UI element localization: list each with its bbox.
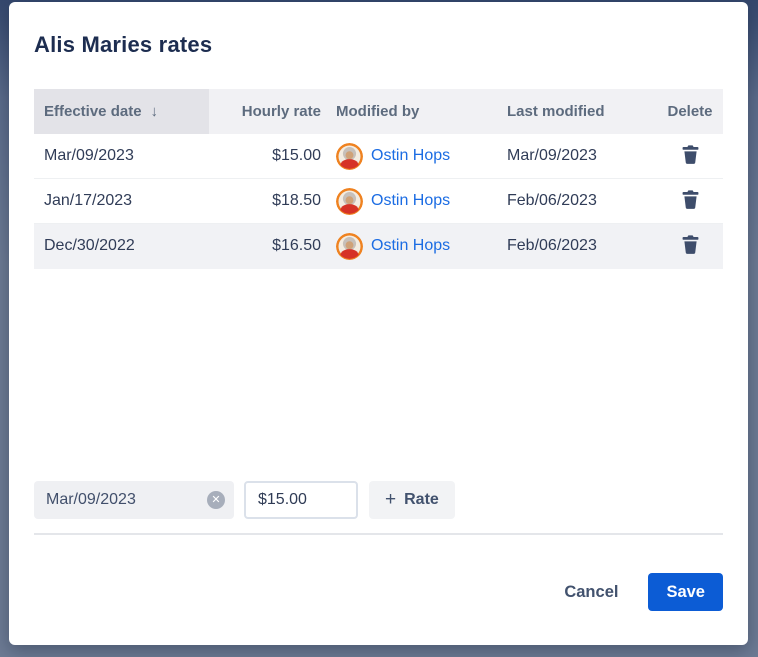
effective-date-input[interactable] bbox=[46, 491, 207, 509]
trash-icon bbox=[682, 190, 698, 209]
trash-icon bbox=[682, 235, 698, 254]
effective-date-field[interactable]: ✕ bbox=[34, 481, 234, 519]
cancel-button[interactable]: Cancel bbox=[560, 577, 622, 608]
effective-date-cell: Mar/09/2023 bbox=[44, 147, 134, 164]
column-header-effective-date-label: Effective date bbox=[44, 103, 142, 120]
user-avatar bbox=[336, 187, 363, 215]
table-row: Dec/30/2022 $16.50 Ostin Hops Feb/06/202… bbox=[34, 224, 723, 269]
effective-date-cell: Jan/17/2023 bbox=[44, 192, 133, 209]
column-header-modified-by: Modified by bbox=[336, 103, 420, 120]
modified-by-cell: Ostin Hops bbox=[321, 187, 507, 215]
modal-title: Alis Maries rates bbox=[34, 32, 213, 57]
delete-rate-button[interactable] bbox=[675, 232, 706, 260]
modified-by-user-link[interactable]: Ostin Hops bbox=[371, 147, 450, 165]
effective-date-cell: Dec/30/2022 bbox=[44, 237, 135, 254]
user-avatar bbox=[336, 142, 363, 170]
modified-by-user-link[interactable]: Ostin Hops bbox=[371, 237, 450, 255]
rates-table: Effective date ↓ Hourly rate Modified by… bbox=[34, 89, 723, 269]
column-header-hourly-rate: Hourly rate bbox=[241, 103, 321, 120]
delete-rate-button[interactable] bbox=[675, 142, 706, 170]
rates-modal: Alis Maries rates Effective date ↓ Hourl… bbox=[9, 2, 748, 645]
column-header-last-modified: Last modified bbox=[507, 103, 605, 120]
add-rate-form: ✕ + Rate bbox=[34, 481, 723, 519]
column-header-delete: Delete bbox=[667, 103, 713, 120]
clear-date-icon[interactable]: ✕ bbox=[207, 491, 225, 509]
column-header-effective-date[interactable]: Effective date ↓ bbox=[34, 89, 209, 134]
last-modified-cell: Feb/06/2023 bbox=[507, 192, 597, 209]
plus-icon: + bbox=[385, 489, 397, 510]
trash-icon bbox=[682, 145, 698, 164]
delete-rate-button[interactable] bbox=[675, 187, 706, 215]
last-modified-cell: Mar/09/2023 bbox=[507, 147, 597, 164]
footer-divider bbox=[34, 533, 723, 535]
last-modified-cell: Feb/06/2023 bbox=[507, 237, 597, 254]
hourly-rate-cell: $16.50 bbox=[272, 237, 321, 254]
save-button[interactable]: Save bbox=[648, 573, 723, 611]
modified-by-cell: Ostin Hops bbox=[321, 232, 507, 260]
modified-by-cell: Ostin Hops bbox=[321, 142, 507, 170]
table-row: Mar/09/2023 $15.00 Ostin Hops Mar/09/202… bbox=[34, 134, 723, 179]
user-avatar bbox=[336, 232, 363, 260]
sort-descending-icon: ↓ bbox=[150, 103, 159, 120]
hourly-rate-input[interactable] bbox=[244, 481, 358, 519]
modal-footer: Cancel Save bbox=[34, 573, 723, 611]
hourly-rate-cell: $15.00 bbox=[272, 147, 321, 164]
add-rate-button[interactable]: + Rate bbox=[369, 481, 455, 519]
table-header-row: Effective date ↓ Hourly rate Modified by… bbox=[34, 89, 723, 134]
modified-by-user-link[interactable]: Ostin Hops bbox=[371, 192, 450, 210]
hourly-rate-cell: $18.50 bbox=[272, 192, 321, 209]
table-row: Jan/17/2023 $18.50 Ostin Hops Feb/06/202… bbox=[34, 179, 723, 224]
add-rate-button-label: Rate bbox=[404, 491, 439, 508]
